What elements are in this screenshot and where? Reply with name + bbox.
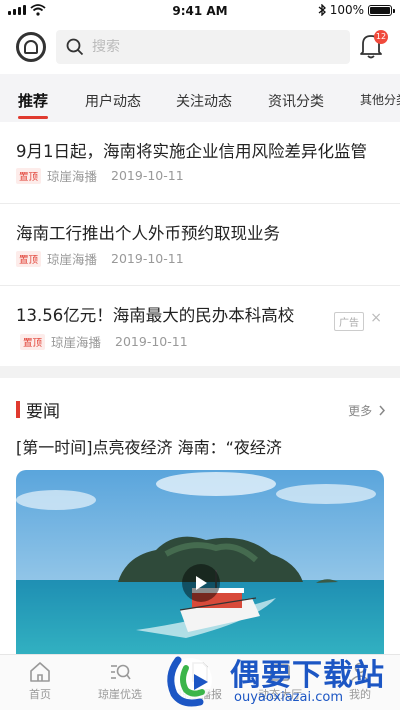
headlines-section-header: 要闻 更多	[0, 396, 400, 422]
play-icon	[196, 576, 207, 590]
section-divider	[0, 366, 400, 378]
active-tab-indicator	[18, 116, 48, 119]
more-link[interactable]: 更多	[348, 402, 386, 419]
news-meta: 置顶 琼崖海播 2019-10-11	[16, 249, 184, 268]
close-ad-button[interactable]: ×	[370, 310, 382, 326]
pinned-tag: 置顶	[20, 333, 46, 350]
tab-other-categories[interactable]: 其他分类	[360, 91, 400, 108]
news-title: 13.56亿元！海南最大的民办本科高校	[16, 306, 295, 325]
notification-badge: 12	[374, 30, 388, 44]
watermark-logo-icon	[167, 656, 212, 707]
search-list-icon	[111, 664, 131, 680]
bluetooth-icon	[318, 4, 326, 16]
video-thumbnail[interactable]	[16, 470, 384, 660]
nav-home[interactable]: 首页	[0, 661, 80, 702]
battery-percent: 100%	[329, 3, 364, 17]
section-title: 要闻	[26, 402, 60, 422]
tab-recommended[interactable]: 推荐	[18, 90, 48, 111]
news-title: 海南工行推出个人外币预约取现业务	[16, 224, 280, 243]
news-meta: 置顶 琼崖海播 2019-10-11	[16, 166, 184, 185]
search-bar[interactable]	[56, 30, 350, 64]
search-icon	[66, 38, 84, 56]
chevron-right-icon	[379, 405, 386, 416]
news-title: 9月1日起，海南将实施企业信用风险差异化监管	[16, 142, 367, 161]
status-bar: 9:41 AM 100%	[0, 0, 400, 24]
battery-icon	[368, 4, 395, 16]
tab-news-categories[interactable]: 资讯分类	[268, 91, 324, 111]
news-item-ad[interactable]: 13.56亿元！海南最大的民办本科高校 置顶 琼崖海播 2019-10-11 广…	[0, 286, 400, 366]
home-icon	[30, 662, 50, 682]
news-item[interactable]: 海南工行推出个人外币预约取现业务 置顶 琼崖海播 2019-10-11	[0, 204, 400, 286]
more-label: 更多	[348, 404, 373, 418]
news-date: 2019-10-11	[111, 168, 184, 183]
pinned-tag: 置顶	[16, 250, 42, 267]
tab-user-updates[interactable]: 用户动态	[85, 91, 141, 111]
news-meta: 置顶 琼崖海播 2019-10-11	[20, 332, 188, 351]
category-tabs: 推荐 用户动态 关注动态 资讯分类 其他分类	[0, 74, 400, 122]
nav-selection-label: 琼崖优选	[98, 688, 142, 701]
play-button[interactable]	[182, 564, 220, 602]
watermark-title: 偶要下载站	[230, 658, 385, 693]
ad-badge: 广告	[334, 312, 364, 331]
news-date: 2019-10-11	[115, 334, 188, 349]
tab-following-updates[interactable]: 关注动态	[176, 91, 232, 111]
nav-home-label: 首页	[29, 688, 51, 701]
watermark-url: ouyaoxiazai.com	[234, 690, 343, 705]
news-item[interactable]: 9月1日起，海南将实施企业信用风险差异化监管 置顶 琼崖海播 2019-10-1…	[0, 122, 400, 204]
headline-title[interactable]: [第一时间]点亮夜经济 海南：“夜经济	[16, 434, 282, 458]
section-accent-bar	[16, 401, 20, 418]
notification-button[interactable]: 12	[358, 30, 388, 62]
nav-selection[interactable]: 琼崖优选	[80, 661, 160, 702]
news-source: 琼崖海播	[47, 169, 98, 184]
news-date: 2019-10-11	[111, 251, 184, 266]
status-right: 100%	[318, 3, 395, 17]
pinned-tag: 置顶	[16, 167, 42, 184]
search-input[interactable]	[92, 39, 292, 55]
site-watermark: 偶要下载站 ouyaoxiazai.com	[160, 642, 400, 710]
top-header: 12	[0, 28, 400, 68]
news-source: 琼崖海播	[47, 252, 98, 267]
news-source: 琼崖海播	[51, 335, 102, 350]
app-logo-icon[interactable]	[16, 32, 46, 62]
